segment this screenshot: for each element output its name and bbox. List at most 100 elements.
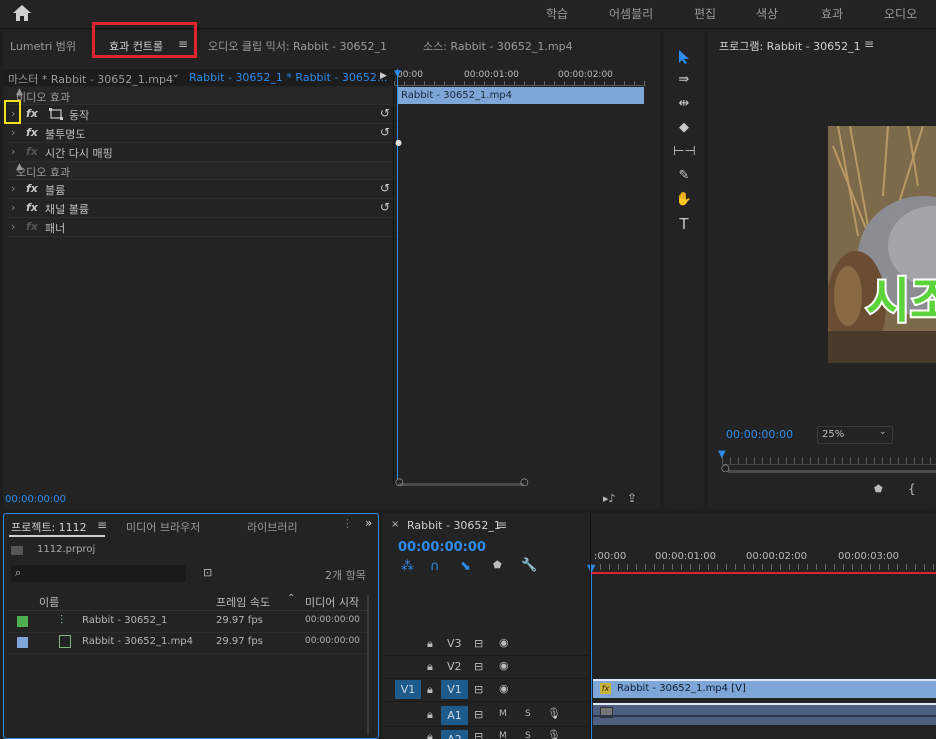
sequence-clip-selector[interactable]: Rabbit - 30652_1 * Rabbit - 30652... <box>189 71 387 84</box>
monitor-scrollbar[interactable] <box>728 470 936 473</box>
sync-lock-icon[interactable]: ⊟ <box>474 660 483 673</box>
microphone-icon[interactable]: 🎙︎ <box>547 729 561 739</box>
panel-menu-icon[interactable]: ≡ <box>497 518 507 532</box>
expand-chevron-icon[interactable]: › <box>11 145 15 158</box>
video-frame[interactable]: 시조 <box>828 126 936 363</box>
eye-icon[interactable]: ◉ <box>499 636 509 649</box>
track-select-icon[interactable]: ⇛ <box>673 70 695 90</box>
solo-button[interactable]: S <box>525 709 531 719</box>
microphone-icon[interactable]: 🎙︎ <box>547 707 561 720</box>
program-timecode[interactable]: 00:00:00:00 <box>726 428 793 441</box>
project-item-row[interactable]: ⫶ Rabbit - 30652_1 29.97 fps 00:00:00:00 <box>9 612 369 633</box>
track-header-v3[interactable]: 🔒︎ V3 ⊟ ◉ <box>385 633 591 656</box>
timeline-timecode[interactable]: 00:00:00:00 <box>398 540 486 555</box>
workspace-color[interactable]: 색상 <box>756 5 778 22</box>
ripple-edit-icon[interactable]: ⇹ <box>673 94 695 114</box>
tab-media-browser[interactable]: 미디어 브라우저 <box>126 519 200 535</box>
reset-icon[interactable]: ↺ <box>380 181 390 195</box>
tab-libraries[interactable]: 라이브러리 <box>247 519 298 535</box>
reset-icon[interactable]: ↺ <box>380 106 390 120</box>
zoom-scrollbar[interactable] <box>398 483 524 486</box>
workspace-learn[interactable]: 학습 <box>546 5 568 22</box>
label-color-swatch[interactable] <box>17 616 28 627</box>
wrench-icon[interactable]: 🔧 <box>521 558 537 573</box>
tab-source[interactable]: 소스: Rabbit - 30652_1.mp4 <box>423 38 573 54</box>
fx-icon[interactable]: fx <box>26 126 38 139</box>
work-area-bar[interactable] <box>591 572 936 574</box>
scrollbar-handle[interactable]: ○ <box>721 463 730 474</box>
column-media-start[interactable]: 미디어 시작 <box>305 594 359 610</box>
sort-ascending-icon[interactable]: ⌃ <box>287 593 295 604</box>
source-patch-v1[interactable]: V1 <box>395 680 421 699</box>
project-search-input[interactable]: ⌕ <box>11 565 186 582</box>
track-header-v1[interactable]: V1 🔒︎ V1 ⊟ ◉ <box>385 679 591 702</box>
transform-box-icon[interactable] <box>48 108 64 120</box>
column-name[interactable]: 이름 <box>39 594 59 610</box>
expand-chevron-icon[interactable]: › <box>11 182 15 195</box>
hand-tool-icon[interactable]: ✋ <box>673 190 695 210</box>
track-header-a2[interactable]: 🔒︎ A2 ⊟ M S 🎙︎ <box>385 728 591 739</box>
slip-tool-icon[interactable]: ⊢⊣ <box>673 142 696 162</box>
project-item-row[interactable]: Rabbit - 30652_1.mp4 29.97 fps 00:00:00:… <box>9 633 369 654</box>
monitor-playhead[interactable]: ▼ <box>718 449 726 460</box>
track-target-a2[interactable]: A2 <box>441 730 468 739</box>
effect-row-opacity[interactable]: › fx 불투명도 ↺ <box>8 124 396 143</box>
tab-project[interactable]: 프로젝트: 1112 <box>11 519 87 535</box>
lock-icon[interactable]: 🔒︎ <box>427 660 433 674</box>
find-bin-icon[interactable]: ⊡ <box>203 566 212 579</box>
tab-lumetri-scopes[interactable]: Lumetri 범위 <box>10 38 76 54</box>
nest-icon[interactable]: ⁂ <box>401 559 414 574</box>
solo-button[interactable]: S <box>525 731 531 739</box>
playhead-marker[interactable]: ▼ <box>394 69 401 79</box>
add-marker-icon[interactable]: ⬟ <box>493 560 502 571</box>
home-icon[interactable] <box>12 4 32 22</box>
project-scrollbar[interactable] <box>367 595 369 735</box>
add-marker-icon[interactable]: ⬟ <box>874 484 883 495</box>
pen-tool-icon[interactable]: ✎ <box>673 166 695 186</box>
close-icon[interactable]: × <box>391 519 399 530</box>
workspace-edit[interactable]: 편집 <box>694 5 716 22</box>
selection-tool-icon[interactable] <box>677 49 691 65</box>
workspace-audio[interactable]: 오디오 <box>884 5 917 22</box>
track-header-a1[interactable]: 🔒︎ A1 ⊟ M S 🎙︎ <box>385 704 591 727</box>
mute-button[interactable]: M <box>499 731 507 739</box>
timeline-ruler-ticks[interactable] <box>591 564 936 570</box>
program-monitor-title[interactable]: 프로그램: Rabbit - 30652_1 <box>719 38 861 54</box>
eye-icon[interactable]: ◉ <box>499 682 509 695</box>
type-tool-icon[interactable]: T <box>673 214 695 234</box>
effect-row-motion[interactable]: › fx 동작 ↺ <box>8 105 396 124</box>
chevron-down-icon[interactable]: ⌄ <box>172 70 180 80</box>
collapse-up-icon[interactable]: ▲ <box>16 87 389 97</box>
fx-icon[interactable]: fx <box>26 182 38 195</box>
panel-menu-icon[interactable]: ≡ <box>864 37 874 51</box>
audio-clip-a1[interactable] <box>593 703 936 725</box>
scrollbar-handle-left[interactable]: ○ <box>395 477 404 488</box>
zoom-select[interactable]: 25% ⌄ <box>817 426 893 444</box>
scrollbar-handle-right[interactable]: ○ <box>520 477 529 488</box>
lock-icon[interactable]: 🔒︎ <box>427 708 433 722</box>
lock-icon[interactable]: 🔒︎ <box>427 637 433 651</box>
lock-icon[interactable]: 🔒︎ <box>427 683 433 697</box>
fx-icon[interactable]: fx <box>26 107 38 120</box>
more-dots-icon[interactable]: ⋮ <box>342 517 353 530</box>
playhead-line[interactable] <box>397 69 398 479</box>
fx-icon[interactable]: fx <box>26 201 38 214</box>
sync-lock-icon[interactable]: ⊟ <box>474 637 483 650</box>
expand-chevron-icon[interactable]: › <box>11 126 15 139</box>
collapse-up-icon[interactable]: ▲ <box>16 162 389 172</box>
expand-chevron-icon[interactable]: › <box>11 201 15 214</box>
effect-row-channel-volume[interactable]: › fx 채널 볼륨 ↺ <box>8 199 396 218</box>
track-header-v2[interactable]: 🔒︎ V2 ⊟ ◉ <box>385 656 591 679</box>
track-target-v1[interactable]: V1 <box>441 680 468 699</box>
razor-icon[interactable]: ◆ <box>673 118 695 138</box>
timeline-tab-title[interactable]: Rabbit - 30652_1 <box>407 519 501 532</box>
tab-audio-clip-mixer[interactable]: 오디오 클립 믹서: Rabbit - 30652_1 <box>208 38 387 54</box>
label-color-swatch[interactable] <box>17 637 28 648</box>
monitor-ruler[interactable] <box>722 457 936 465</box>
sync-lock-icon[interactable]: ⊟ <box>474 730 483 739</box>
workspace-effects[interactable]: 효과 <box>821 5 843 22</box>
eye-icon[interactable]: ◉ <box>499 659 509 672</box>
clip-bar[interactable]: Rabbit - 30652_1.mp4 <box>397 87 644 104</box>
expand-chevron-icon[interactable]: › <box>11 220 15 233</box>
effect-timecode[interactable]: 00:00:00:00 <box>5 494 66 505</box>
